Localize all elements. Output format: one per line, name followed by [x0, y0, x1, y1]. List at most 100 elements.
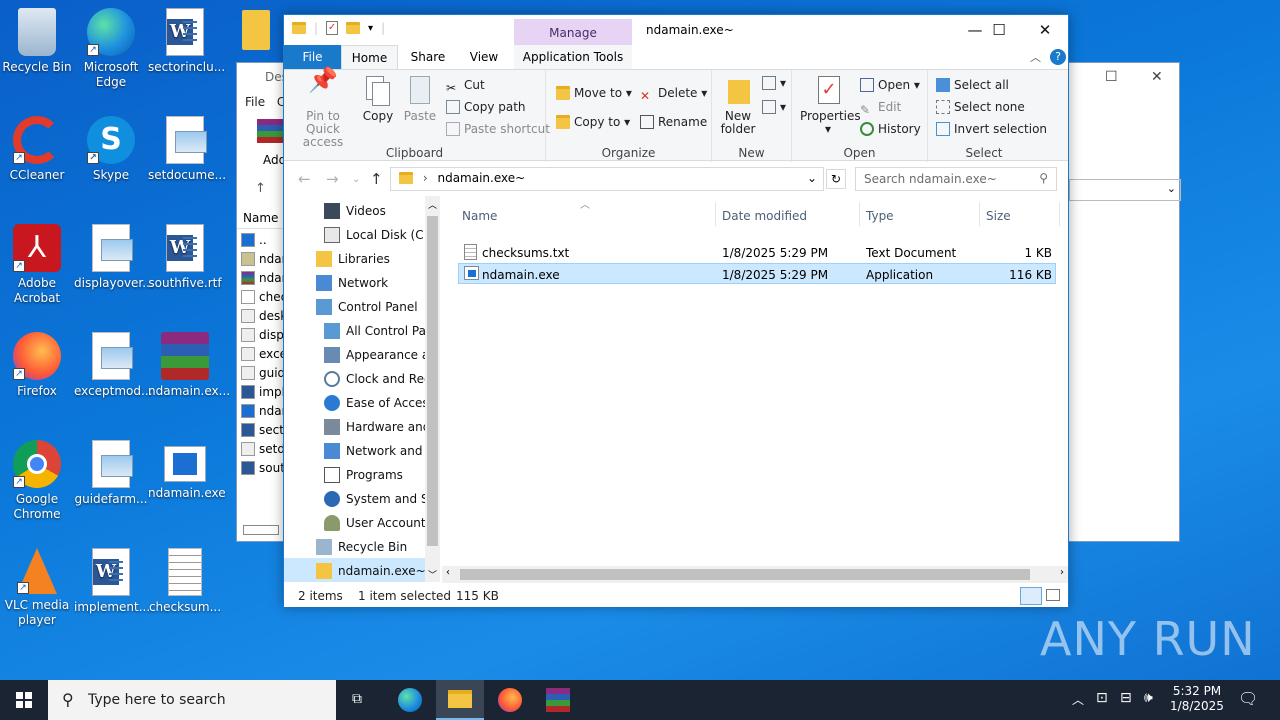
copy-button[interactable]: Copy	[358, 74, 398, 123]
close-button[interactable]: ✕	[1022, 15, 1068, 45]
desktop-icon-skype[interactable]: S ↗ Skype	[74, 116, 148, 183]
taskbar-edge[interactable]	[386, 680, 434, 720]
nav-item-user-accounts[interactable]: User Accounts	[324, 510, 432, 534]
desktop-icon-ndamain-archive[interactable]: ndamain.ex...	[148, 332, 230, 399]
paste-button[interactable]: Paste	[400, 74, 440, 123]
up-arrow-icon[interactable]: ↑	[370, 170, 383, 188]
nav-scrollbar[interactable]: ︿ ﹀	[425, 196, 440, 582]
help-icon[interactable]: ?	[1050, 49, 1066, 65]
new-item-button[interactable]: ▾	[762, 76, 786, 90]
column-header-name[interactable]: Name	[456, 202, 716, 226]
nav-item-libraries[interactable]: Libraries	[316, 246, 390, 270]
cut-button[interactable]: ✂ Cut	[446, 78, 485, 95]
chevron-down-icon[interactable]: ⌄	[1167, 182, 1176, 195]
select-none-button[interactable]: Select none	[936, 100, 1025, 114]
copy-to-button[interactable]: Copy to ▾	[556, 115, 630, 129]
scroll-left-icon[interactable]: ‹	[446, 567, 450, 578]
nav-item-ease-of-access[interactable]: Ease of Access	[324, 390, 435, 414]
open-button[interactable]: Open ▾	[860, 78, 920, 92]
desktop-icon-southfive[interactable]: southfive.rtf	[148, 224, 222, 291]
taskbar-file-explorer[interactable]	[436, 680, 484, 720]
nav-item-videos[interactable]: Videos	[324, 198, 386, 222]
list-item[interactable]: chec	[241, 290, 285, 309]
properties-qat-icon[interactable]: ✓	[326, 21, 339, 35]
large-icons-view-icon[interactable]	[1046, 589, 1060, 601]
up-arrow-icon[interactable]: ↑	[255, 181, 266, 196]
tab-view[interactable]: View	[460, 45, 508, 69]
maximize-button[interactable]: ☐	[976, 15, 1022, 45]
name-column-header[interactable]: Name	[237, 207, 285, 229]
paste-shortcut-button[interactable]: Paste shortcut	[446, 122, 550, 136]
nav-item-appearance[interactable]: Appearance an	[324, 342, 437, 366]
show-hidden-icons[interactable]: ︿	[1072, 691, 1084, 708]
nav-item-control-panel[interactable]: Control Panel	[316, 294, 418, 318]
refresh-icon[interactable]: ↻	[826, 169, 846, 189]
move-to-button[interactable]: Move to ▾	[556, 86, 632, 100]
column-header-size[interactable]: Size	[980, 202, 1060, 226]
easy-access-button[interactable]: ▾	[762, 100, 786, 114]
network-tray-icon[interactable]: ⊟	[1120, 690, 1132, 706]
nav-item-all-control-panel[interactable]: All Control Par	[324, 318, 431, 342]
scrollbar-thumb[interactable]	[427, 216, 438, 546]
file-explorer-window[interactable]: | ✓ ▾ | Manage ndamain.exe~ — ☐ ✕ File H…	[283, 14, 1069, 607]
list-item[interactable]: guid	[241, 366, 285, 385]
desktop-icon-exceptmod[interactable]: exceptmod...	[74, 332, 152, 399]
nav-item-system-security[interactable]: System and Se	[324, 486, 436, 510]
qat-dropdown-icon[interactable]: ▾	[368, 23, 373, 34]
start-button[interactable]	[0, 680, 48, 720]
rename-button[interactable]: Rename	[640, 115, 707, 129]
taskbar-winrar[interactable]	[534, 680, 582, 720]
list-item[interactable]: disp	[241, 328, 285, 347]
title-bar[interactable]: | ✓ ▾ | Manage ndamain.exe~ — ☐ ✕	[284, 15, 1068, 45]
maximize-icon[interactable]: ☐	[1105, 69, 1118, 85]
desktop-icon-implement[interactable]: implement...	[74, 548, 150, 615]
desktop-icon-setdocume[interactable]: setdocume...	[148, 116, 226, 183]
history-button[interactable]: History	[860, 122, 921, 136]
nav-item-local-disk[interactable]: Local Disk (C:)	[324, 222, 432, 246]
column-header-date[interactable]: Date modified	[716, 202, 860, 226]
address-input[interactable]: › ndamain.exe~ ⌄	[390, 167, 824, 191]
search-input[interactable]: Search ndamain.exe~ ⚲	[855, 167, 1057, 191]
nav-item-network[interactable]: Network	[316, 270, 388, 294]
properties-button[interactable]: ✓ Properties ▾	[800, 74, 861, 136]
copy-path-button[interactable]: Copy path	[446, 100, 526, 114]
forward-arrow-icon[interactable]: →	[326, 170, 339, 188]
desktop-icon-adobe-acrobat[interactable]: ⅄ ↗ Adobe Acrobat	[0, 224, 74, 306]
nav-item-hardware[interactable]: Hardware and	[324, 414, 430, 438]
desktop-icon-edge[interactable]: ↗ Microsoft Edge	[74, 8, 148, 90]
nav-item-ndamain-folder[interactable]: ndamain.exe~	[284, 558, 426, 582]
collapse-ribbon-icon[interactable]: ︿	[1030, 49, 1041, 65]
nav-item-recycle-bin[interactable]: Recycle Bin	[316, 534, 407, 558]
close-icon[interactable]: ✕	[1151, 69, 1163, 85]
file-row-checksums[interactable]: checksums.txt 1/8/2025 5:29 PM Text Docu…	[458, 242, 1056, 263]
list-item[interactable]: setd	[241, 442, 285, 461]
new-folder-qat-icon[interactable]	[346, 22, 361, 34]
new-folder-button[interactable]: New folder	[716, 74, 760, 136]
desktop-icon-sectorinclu[interactable]: sectorinclu...	[148, 8, 225, 75]
nav-item-network-internet[interactable]: Network and Ir	[324, 438, 435, 462]
nav-item-programs[interactable]: Programs	[324, 462, 403, 486]
desktop-icon-vlc[interactable]: ↗ VLC media player	[0, 548, 74, 628]
list-item[interactable]: ndar	[241, 404, 285, 423]
details-view-icon[interactable]	[1020, 587, 1042, 605]
tab-home[interactable]: Home	[341, 45, 398, 69]
list-item[interactable]: impl	[241, 385, 285, 404]
select-all-button[interactable]: Select all	[936, 78, 1009, 92]
scroll-up-icon[interactable]: ︿	[428, 198, 437, 211]
nav-item-clock[interactable]: Clock and Regi	[324, 366, 435, 390]
menu-file[interactable]: File	[245, 95, 265, 109]
taskbar-search-box[interactable]: ⚲ Type here to search	[48, 680, 336, 720]
meet-now-icon[interactable]: ⊡	[1096, 690, 1108, 706]
list-item[interactable]: exce	[241, 347, 285, 366]
desktop-icon-recycle-bin[interactable]: Recycle Bin	[0, 8, 74, 75]
scroll-down-icon[interactable]: ﹀	[428, 568, 437, 581]
invert-selection-button[interactable]: Invert selection	[936, 122, 1047, 136]
taskbar-firefox[interactable]	[486, 680, 534, 720]
pin-to-quick-access-button[interactable]: 📌 Pin to Quick access	[290, 68, 356, 149]
column-header-type[interactable]: Type	[860, 202, 980, 226]
file-row-ndamain-exe[interactable]: ndamain.exe 1/8/2025 5:29 PM Application…	[458, 263, 1056, 284]
tab-application-tools[interactable]: Application Tools	[514, 45, 632, 69]
tab-share[interactable]: Share	[404, 45, 452, 69]
manage-context-tab[interactable]: Manage	[514, 19, 632, 45]
desktop-icon-folder[interactable]	[236, 10, 276, 54]
